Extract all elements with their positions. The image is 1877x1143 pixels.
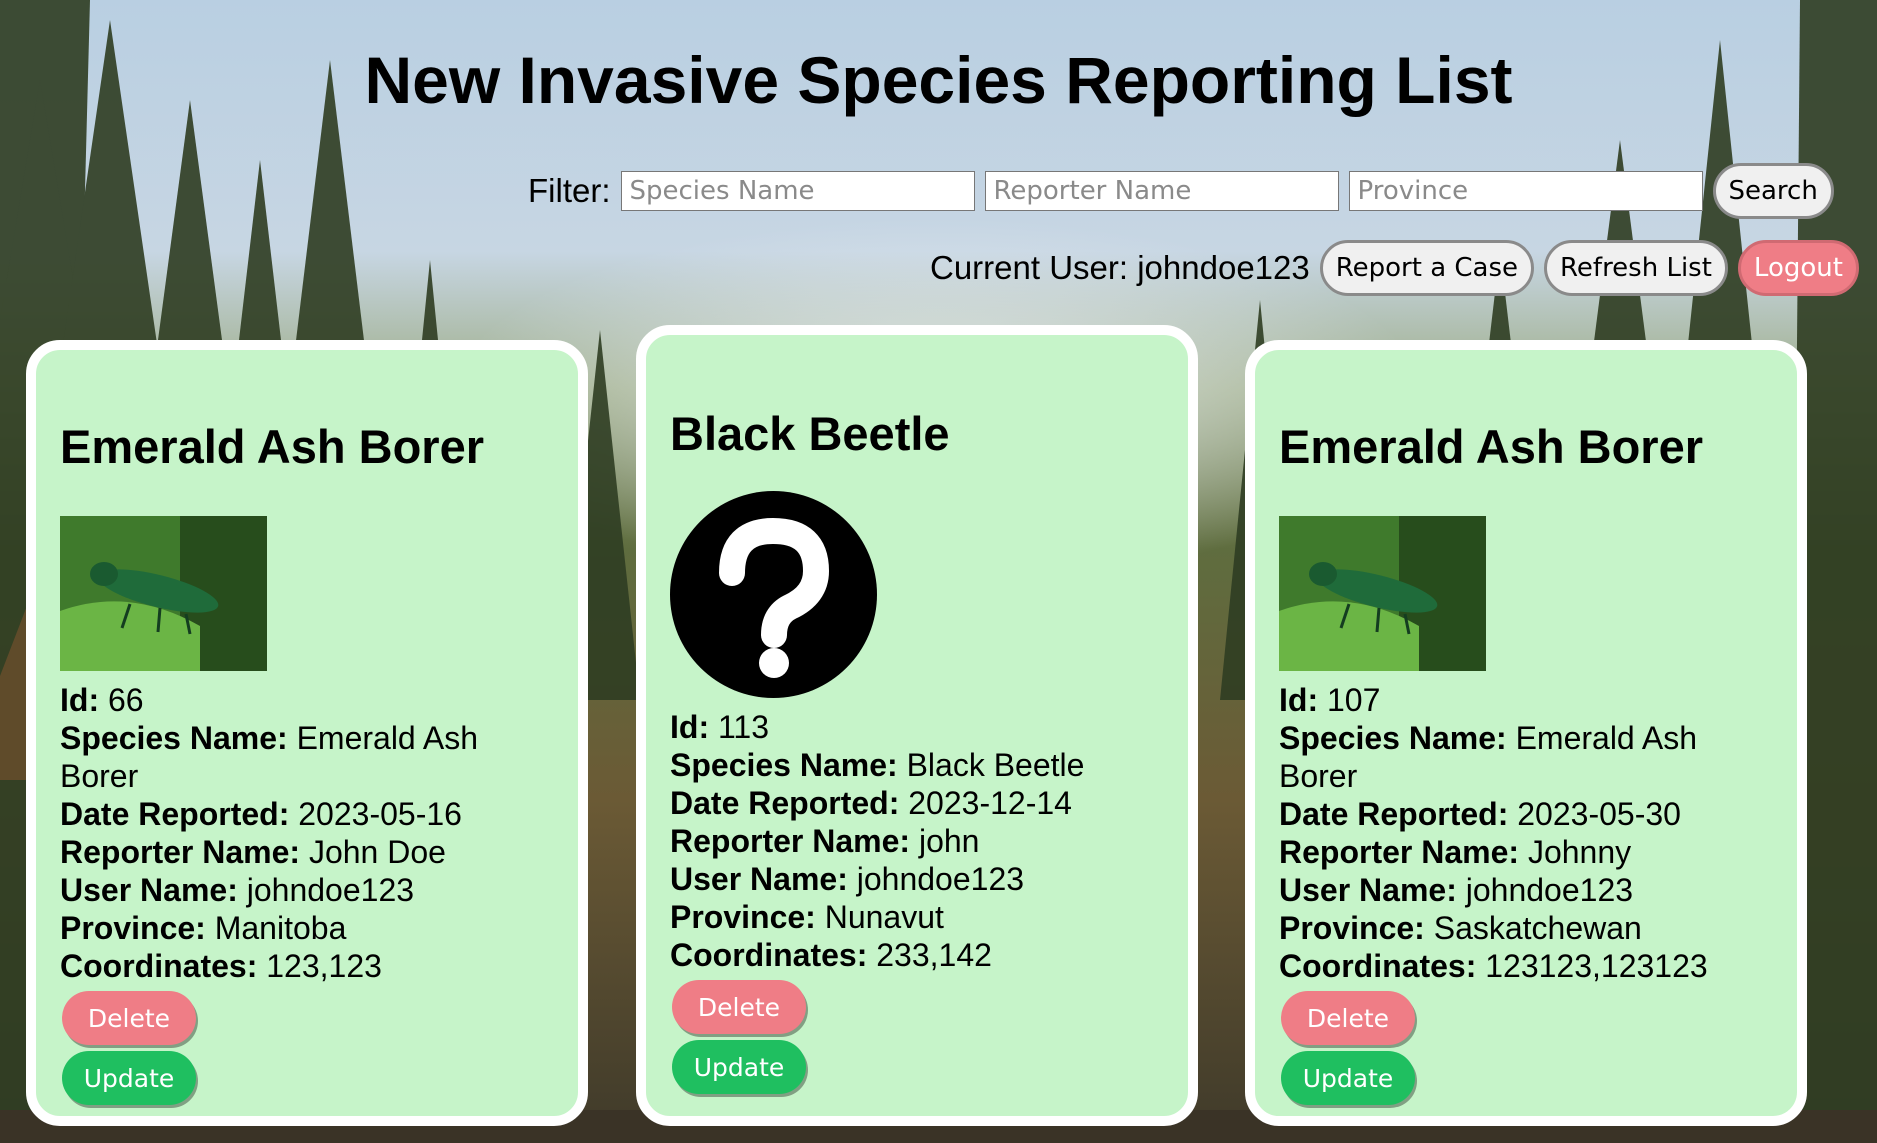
field-id: Id: 107 (1279, 682, 1381, 719)
page-title: New Invasive Species Reporting List (364, 43, 1513, 117)
reporter-value: john (918, 823, 980, 860)
filter-bar: Filter: Search (528, 163, 1834, 219)
delete-button[interactable]: Delete (62, 991, 196, 1046)
field-coordinates: Coordinates: 123,123 (60, 948, 382, 985)
update-button[interactable]: Update (672, 1040, 806, 1095)
field-user: User Name: johndoe123 (670, 861, 1025, 898)
field-species: Species Name: Emerald Ash Borer (60, 720, 478, 795)
date-value: 2023-05-16 (298, 796, 462, 833)
update-button[interactable]: Update (1281, 1051, 1415, 1106)
current-user-label: Current User: johndoe123 (930, 249, 1310, 286)
user-value: johndoe123 (246, 872, 415, 909)
id-value: 66 (107, 682, 144, 719)
field-province: Province: Nunavut (670, 899, 944, 936)
search-button[interactable]: Search (1712, 163, 1834, 219)
province-value: Saskatchewan (1433, 910, 1642, 947)
card-heading: Emerald Ash Borer (60, 420, 485, 473)
field-reporter: Reporter Name: John Doe (60, 834, 446, 871)
question-mark-icon (670, 491, 877, 699)
delete-button[interactable]: Delete (1281, 991, 1415, 1046)
field-date: Date Reported: 2023-05-30 (1279, 796, 1681, 833)
province-value: Nunavut (824, 899, 944, 936)
coordinates-value: 123123,123123 (1485, 948, 1708, 985)
date-value: 2023-12-14 (908, 785, 1072, 822)
field-coordinates: Coordinates: 233,142 (670, 937, 992, 974)
reporter-name-input[interactable] (984, 171, 1339, 211)
refresh-list-button[interactable]: Refresh List (1544, 240, 1728, 296)
user-value: johndoe123 (856, 861, 1025, 898)
species-card: Black Beetle Id: 113 Species Name: Black… (636, 325, 1198, 1126)
field-species: Species Name: Emerald Ash Borer (1279, 720, 1697, 795)
filter-label: Filter: (528, 172, 611, 209)
date-value: 2023-05-30 (1517, 796, 1681, 833)
id-value: 107 (1326, 682, 1381, 719)
species-card: Emerald Ash Borer Id: 66 Species Name: E… (26, 340, 588, 1126)
field-user: User Name: johndoe123 (60, 872, 415, 909)
species-card: Emerald Ash Borer Id: 107 Species Name: … (1245, 340, 1807, 1126)
reporter-value: Johnny (1527, 834, 1632, 871)
user-bar: Current User: johndoe123 Report a Case R… (930, 240, 1869, 296)
province-value: Manitoba (214, 910, 347, 947)
coordinates-value: 233,142 (876, 937, 992, 974)
province-input[interactable] (1348, 171, 1703, 211)
field-reporter: Reporter Name: john (670, 823, 980, 860)
card-heading: Emerald Ash Borer (1279, 420, 1704, 473)
field-species: Species Name: Black Beetle (670, 747, 1085, 784)
update-button[interactable]: Update (62, 1051, 196, 1106)
coordinates-value: 123,123 (266, 948, 382, 985)
field-id: Id: 66 (60, 682, 144, 719)
field-id: Id: 113 (670, 709, 769, 746)
id-value: 113 (717, 709, 769, 746)
field-user: User Name: johndoe123 (1279, 872, 1634, 909)
reporter-value: John Doe (308, 834, 446, 871)
species-name-input[interactable] (620, 171, 975, 211)
report-case-button[interactable]: Report a Case (1319, 240, 1535, 296)
user-value: johndoe123 (1465, 872, 1634, 909)
species-value: Black Beetle (906, 747, 1085, 784)
card-heading: Black Beetle (670, 407, 950, 460)
field-province: Province: Manitoba (60, 910, 347, 947)
emerald-ash-borer-photo (1279, 516, 1486, 672)
field-reporter: Reporter Name: Johnny (1279, 834, 1632, 871)
field-province: Province: Saskatchewan (1279, 910, 1642, 947)
field-date: Date Reported: 2023-05-16 (60, 796, 462, 833)
delete-button[interactable]: Delete (672, 980, 806, 1035)
logout-button[interactable]: Logout (1737, 240, 1859, 296)
field-date: Date Reported: 2023-12-14 (670, 785, 1072, 822)
field-coordinates: Coordinates: 123123,123123 (1279, 948, 1708, 985)
emerald-ash-borer-photo (60, 516, 267, 672)
